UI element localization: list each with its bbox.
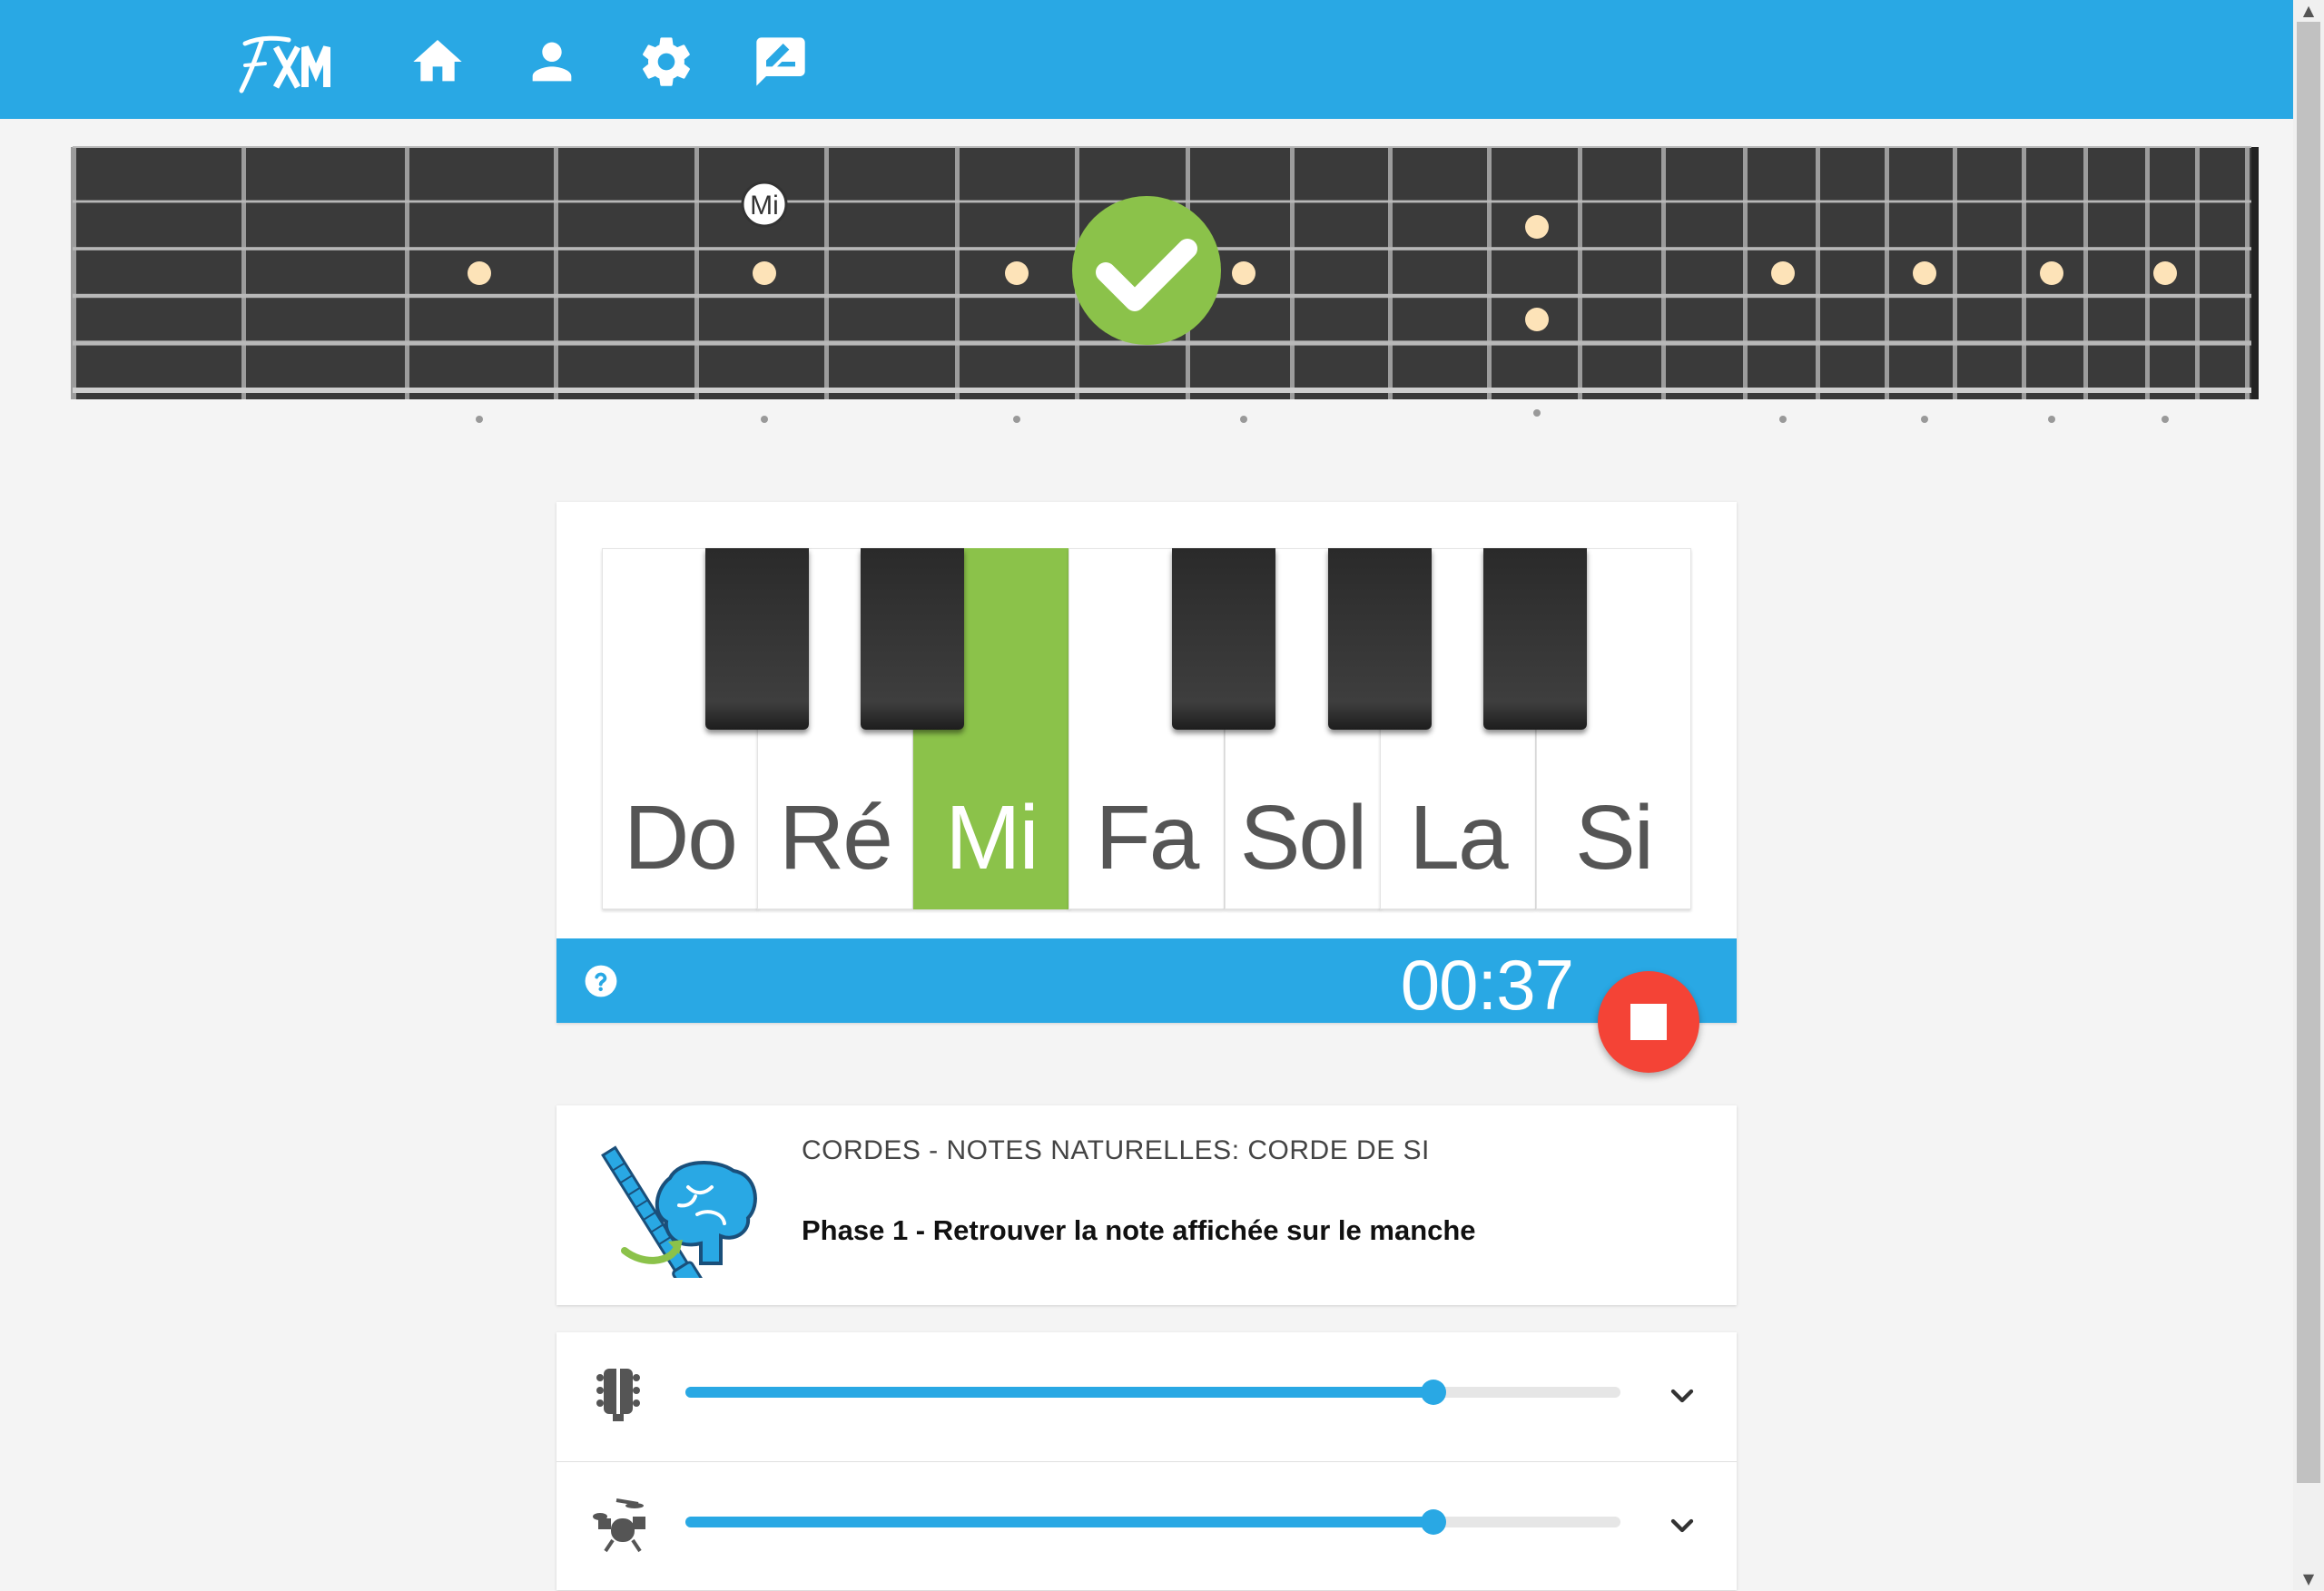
guitar-string	[73, 146, 2251, 148]
fret-inlay-dot	[1005, 261, 1029, 285]
scroll-up-arrow-icon[interactable]: ▲	[2293, 0, 2324, 22]
exercise-card: CORDES - NOTES NATURELLES: CORDE DE SI P…	[556, 1105, 1737, 1305]
piano-keyboard: Do Ré Mi Fa Sol La Si	[602, 548, 1691, 911]
fxm-logo[interactable]	[225, 27, 343, 100]
fret-wire	[2245, 147, 2250, 399]
feedback-icon[interactable]	[752, 33, 810, 91]
guitar-fretboard: Mi	[0, 136, 2293, 445]
key-label: Mi	[945, 787, 1039, 889]
fret-inlay-dot	[1771, 261, 1795, 285]
fret-side-dot	[761, 416, 768, 423]
fret-side-dot	[2048, 416, 2055, 423]
fret-side-dot	[476, 416, 483, 423]
home-icon[interactable]	[409, 33, 467, 91]
highlighted-note-marker: Mi	[741, 181, 788, 228]
fret-inlay-dot	[2153, 261, 2177, 285]
account-icon[interactable]	[523, 33, 581, 91]
fret-side-dot	[1240, 416, 1247, 423]
key-label: Fa	[1095, 787, 1200, 889]
piano-key-sol-sharp[interactable]	[1328, 548, 1432, 730]
fret-wire	[1885, 147, 1889, 399]
page-scrollbar[interactable]: ▲ ▼	[2293, 0, 2324, 1590]
drums-volume-thumb[interactable]	[1421, 1509, 1446, 1535]
guitar-volume-fill	[685, 1387, 1433, 1398]
piano-key-do-sharp[interactable]	[705, 548, 809, 730]
fret-wire	[2083, 147, 2088, 399]
fret-inlay-dot	[1913, 261, 1936, 285]
stop-button[interactable]	[1598, 971, 1699, 1073]
piano-key-fa-sharp[interactable]	[1172, 548, 1275, 730]
fret-wire	[1388, 147, 1393, 399]
fret-wire	[824, 147, 829, 399]
key-label: Do	[624, 787, 738, 889]
scroll-down-arrow-icon[interactable]: ▼	[2293, 1568, 2324, 1590]
fret-wire	[2022, 147, 2026, 399]
guitar-string	[73, 388, 2251, 393]
guitar-brain-icon	[588, 1142, 761, 1300]
fret-wire	[1290, 147, 1295, 399]
volume-card	[556, 1332, 1737, 1590]
fret-wire	[405, 147, 409, 399]
fret-wire	[1743, 147, 1748, 399]
fret-inlay-dot	[2040, 261, 2063, 285]
fret-inlay-dot	[1525, 308, 1549, 331]
guitar-volume-slider[interactable]	[685, 1380, 1620, 1405]
exercise-title: CORDES - NOTES NATURELLES: CORDE DE SI	[802, 1135, 1430, 1165]
logo-mark	[239, 35, 330, 93]
fret-wire	[694, 147, 699, 399]
fret-inlay-dot	[468, 261, 491, 285]
fret-side-dot	[1013, 416, 1020, 423]
fret-wire	[1953, 147, 1957, 399]
fret-wire	[1578, 147, 1582, 399]
chevron-down-icon[interactable]	[1664, 1378, 1700, 1414]
fret-wire	[71, 147, 76, 399]
scroll-thumb[interactable]	[2297, 22, 2320, 1483]
drums-volume-row	[556, 1461, 1737, 1591]
fret-wire	[2195, 147, 2200, 399]
exercise-subtitle: Phase 1 - Retrouver la note affichée sur…	[802, 1214, 1476, 1246]
key-label: La	[1409, 787, 1508, 889]
guitar-volume-row	[556, 1332, 1737, 1461]
fretboard-edge	[2251, 147, 2259, 399]
fret-side-dot	[1921, 416, 1928, 423]
fret-side-dot	[1533, 409, 1541, 417]
fret-inlay-dot	[1525, 215, 1549, 239]
piano-key-re-sharp[interactable]	[861, 548, 964, 730]
top-bar	[0, 0, 2293, 119]
fret-side-dot	[2162, 416, 2169, 423]
chevron-down-icon[interactable]	[1664, 1508, 1700, 1544]
key-label: Si	[1575, 787, 1654, 889]
drums-volume-fill	[685, 1517, 1433, 1527]
guitar-volume-thumb[interactable]	[1421, 1380, 1446, 1405]
fret-wire	[1661, 147, 1666, 399]
help-icon[interactable]	[584, 964, 618, 998]
timer-bar: 00:37	[556, 938, 1737, 1025]
fret-side-dot	[1779, 416, 1787, 423]
guitar-icon	[593, 1365, 647, 1423]
piano-key-la-sharp[interactable]	[1483, 548, 1587, 730]
timer-display: 00:37	[1400, 945, 1574, 1025]
fret-wire	[241, 147, 246, 399]
fret-wire	[955, 147, 960, 399]
highlighted-note-label: Mi	[750, 191, 779, 221]
fretboard-svg: Mi	[71, 146, 2259, 423]
gear-icon[interactable]	[637, 33, 695, 91]
fret-inlay-dot	[1232, 261, 1256, 285]
drums-icon	[593, 1495, 647, 1553]
stop-icon	[1630, 1004, 1667, 1040]
fret-wire	[1487, 147, 1492, 399]
key-label: Ré	[779, 787, 893, 889]
key-label: Sol	[1239, 787, 1368, 889]
drums-volume-slider[interactable]	[685, 1509, 1620, 1535]
correct-check-icon	[1072, 196, 1221, 345]
fret-inlay-dot	[753, 261, 776, 285]
fret-wire	[2145, 147, 2150, 399]
fret-wire	[1816, 147, 1820, 399]
fret-wire	[554, 147, 558, 399]
